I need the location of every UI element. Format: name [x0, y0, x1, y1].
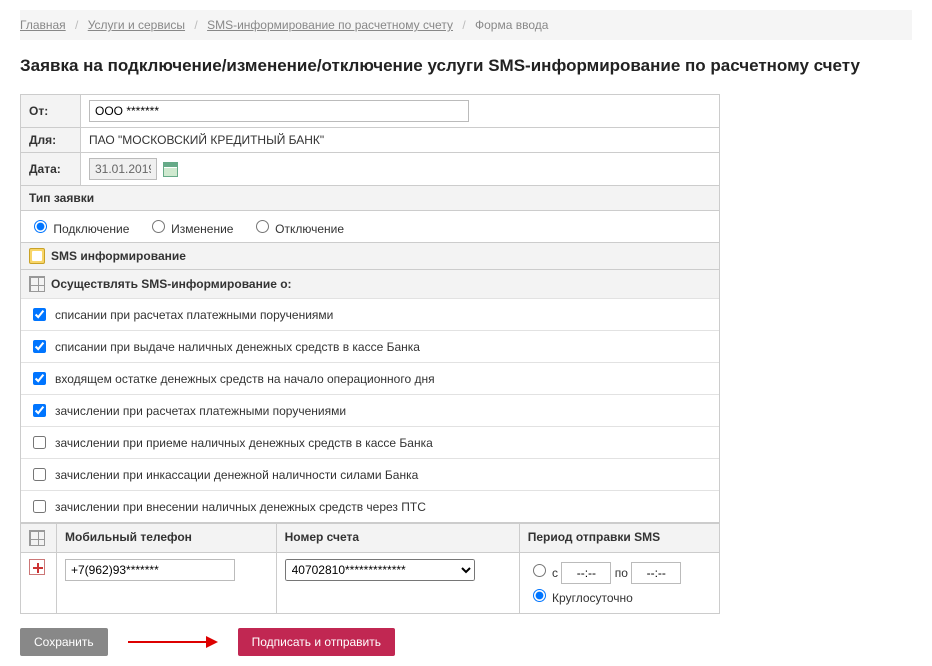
- save-button[interactable]: Сохранить: [20, 628, 108, 656]
- sms-check-list: Осуществлять SMS-информирование о: списа…: [20, 270, 720, 523]
- breadcrumb-sms-inform[interactable]: SMS-информирование по расчетному счету: [207, 18, 453, 32]
- checkbox-item-2[interactable]: [33, 372, 46, 385]
- label-for: Для:: [21, 128, 81, 153]
- checkbox-item-0[interactable]: [33, 308, 46, 321]
- checkbox-item-5[interactable]: [33, 468, 46, 481]
- period-range-label[interactable]: с по: [528, 561, 711, 584]
- checkbox-label: входящем остатке денежных средств на нач…: [55, 372, 435, 386]
- period-around-text: Круглосуточно: [552, 591, 633, 605]
- grid-icon-2: [29, 530, 45, 546]
- check-row: списании при расчетах платежными поручен…: [21, 298, 719, 330]
- radio-connect-text: Подключение: [53, 222, 129, 236]
- radio-change-text: Изменение: [171, 222, 233, 236]
- sms-section-title: SMS информирование: [51, 249, 186, 263]
- checkbox-item-1[interactable]: [33, 340, 46, 353]
- breadcrumb: Главная / Услуги и сервисы / SMS-информи…: [20, 10, 912, 40]
- radio-change-label[interactable]: Изменение: [147, 222, 237, 236]
- radio-period-around[interactable]: [533, 589, 546, 602]
- sms-icon: [29, 248, 45, 264]
- checkbox-label: зачислении при инкассации денежной налич…: [55, 468, 418, 482]
- col-period: Период отправки SMS: [519, 524, 719, 553]
- app-type-header: Тип заявки: [20, 186, 720, 211]
- time-to-input[interactable]: [631, 562, 681, 584]
- period-from-text: с: [552, 566, 558, 580]
- grid-icon: [29, 276, 45, 292]
- date-input[interactable]: [89, 158, 157, 180]
- label-from: От:: [21, 95, 81, 128]
- phone-table: Мобильный телефон Номер счета Период отп…: [20, 523, 720, 614]
- sms-section-header: SMS информирование: [20, 243, 720, 270]
- label-date: Дата:: [21, 153, 81, 186]
- checkbox-item-6[interactable]: [33, 500, 46, 513]
- checkbox-item-3[interactable]: [33, 404, 46, 417]
- time-from-input[interactable]: [561, 562, 611, 584]
- check-row: входящем остатке денежных средств на нач…: [21, 362, 719, 394]
- check-row: зачислении при приеме наличных денежных …: [21, 426, 719, 458]
- radio-disconnect[interactable]: [256, 220, 269, 233]
- check-row: зачислении при расчетах платежными поруч…: [21, 394, 719, 426]
- for-value: ПАО "МОСКОВСКИЙ КРЕДИТНЫЙ БАНК": [81, 128, 720, 153]
- check-row: списании при выдаче наличных денежных ср…: [21, 330, 719, 362]
- col-account: Номер счета: [276, 524, 519, 553]
- app-type-row: Подключение Изменение Отключение: [20, 211, 720, 243]
- sms-about-header: Осуществлять SMS-информирование о:: [21, 270, 719, 298]
- table-row: 40702810************* с по Круглосуточно: [21, 553, 720, 614]
- sms-about-title: Осуществлять SMS-информирование о:: [51, 277, 292, 291]
- account-select[interactable]: 40702810*************: [285, 559, 475, 581]
- checkbox-item-4[interactable]: [33, 436, 46, 449]
- add-row-icon[interactable]: [29, 559, 45, 575]
- col-phone: Мобильный телефон: [57, 524, 277, 553]
- phone-input[interactable]: [65, 559, 235, 581]
- period-around-label[interactable]: Круглосуточно: [528, 586, 711, 605]
- action-row: Сохранить Подписать и отправить: [20, 628, 912, 656]
- breadcrumb-current: Форма ввода: [475, 18, 548, 32]
- calendar-icon[interactable]: [163, 162, 178, 177]
- breadcrumb-services[interactable]: Услуги и сервисы: [88, 18, 185, 32]
- header-form-table: От: Для: ПАО "МОСКОВСКИЙ КРЕДИТНЫЙ БАНК"…: [20, 94, 720, 186]
- checkbox-label: зачислении при расчетах платежными поруч…: [55, 404, 346, 418]
- radio-connect[interactable]: [34, 220, 47, 233]
- breadcrumb-home[interactable]: Главная: [20, 18, 66, 32]
- checkbox-label: зачислении при приеме наличных денежных …: [55, 436, 433, 450]
- radio-change[interactable]: [152, 220, 165, 233]
- checkbox-label: списании при расчетах платежными поручен…: [55, 308, 333, 322]
- radio-connect-label[interactable]: Подключение: [29, 222, 133, 236]
- sign-send-button[interactable]: Подписать и отправить: [238, 628, 395, 656]
- radio-period-range[interactable]: [533, 564, 546, 577]
- radio-disconnect-label[interactable]: Отключение: [251, 222, 344, 236]
- arrow-icon: [128, 635, 218, 649]
- from-input[interactable]: [89, 100, 469, 122]
- check-row: зачислении при инкассации денежной налич…: [21, 458, 719, 490]
- radio-disconnect-text: Отключение: [275, 222, 344, 236]
- checkbox-label: списании при выдаче наличных денежных ср…: [55, 340, 420, 354]
- check-row: зачислении при внесении наличных денежны…: [21, 490, 719, 522]
- period-to-text: по: [615, 566, 628, 580]
- checkbox-label: зачислении при внесении наличных денежны…: [55, 500, 426, 514]
- page-title: Заявка на подключение/изменение/отключен…: [20, 56, 912, 76]
